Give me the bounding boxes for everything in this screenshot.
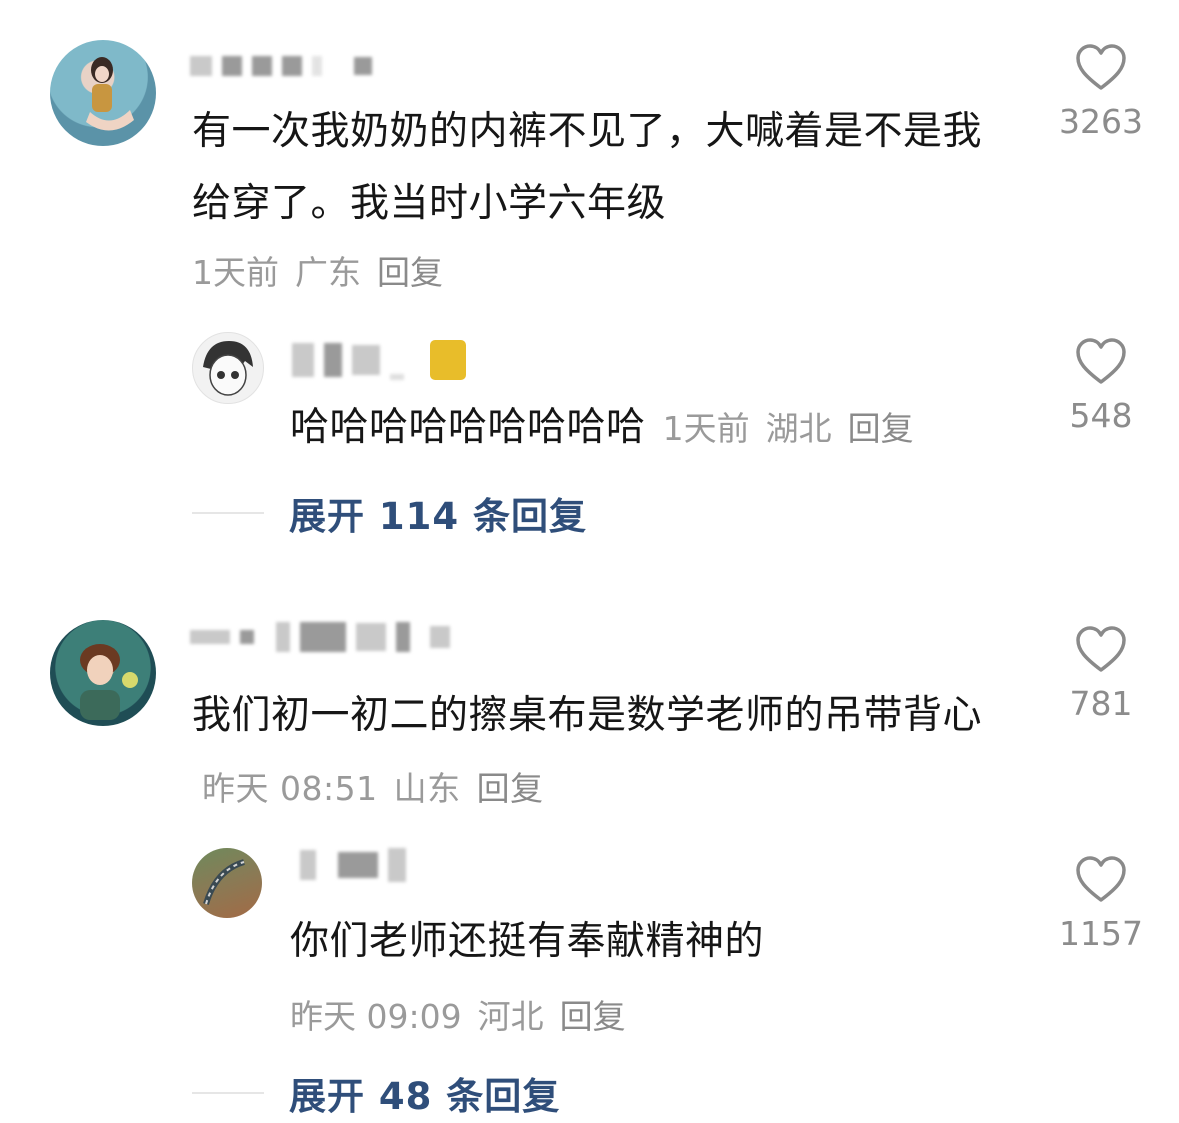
reply-meta: 昨天 09:09 河北 回复 bbox=[290, 990, 642, 1038]
like-control[interactable]: 1157 bbox=[1041, 856, 1161, 953]
reply-location: 湖北 bbox=[765, 409, 832, 448]
comment-text-body: 我们初一初二的擦桌布是数学老师的吊带背心 bbox=[192, 693, 983, 738]
comment-location: 山东 bbox=[393, 769, 461, 808]
comment-text: 我们初一初二的擦桌布是数学老师的吊带背心 昨天 08:51 山东 回复 bbox=[192, 680, 1032, 825]
fan-badge-icon bbox=[430, 340, 466, 380]
like-count: 1157 bbox=[1059, 914, 1143, 953]
reply-username-blurred[interactable] bbox=[292, 340, 466, 380]
reply-line: 哈哈哈哈哈哈哈哈哈 1天前 湖北 回复 bbox=[290, 392, 930, 464]
reply-button[interactable]: 回复 bbox=[560, 997, 626, 1036]
expand-replies-button[interactable]: 展开 114 条回复 bbox=[192, 486, 587, 540]
expand-replies-button[interactable]: 展开 48 条回复 bbox=[192, 1066, 560, 1120]
divider-line bbox=[192, 1092, 264, 1094]
reply-button[interactable]: 回复 bbox=[377, 253, 443, 292]
reply-username-blurred[interactable] bbox=[300, 848, 406, 882]
heart-icon[interactable] bbox=[1075, 856, 1127, 904]
reply-avatar[interactable] bbox=[192, 332, 264, 404]
expand-replies-label[interactable]: 展开 48 条回复 bbox=[289, 1066, 560, 1120]
expand-replies-label[interactable]: 展开 114 条回复 bbox=[289, 486, 587, 540]
heart-icon[interactable] bbox=[1075, 44, 1127, 92]
comment-time: 昨天 08:51 bbox=[202, 769, 378, 808]
reply-time: 1天前 bbox=[662, 409, 750, 448]
avatar-figure bbox=[203, 341, 253, 396]
username-blurred[interactable] bbox=[190, 56, 372, 76]
reply-time: 昨天 09:09 bbox=[290, 997, 462, 1036]
reply-button[interactable]: 回复 bbox=[477, 769, 544, 808]
like-control[interactable]: 781 bbox=[1041, 626, 1161, 723]
like-count: 548 bbox=[1069, 396, 1133, 435]
comment-location: 广东 bbox=[295, 253, 361, 292]
heart-icon[interactable] bbox=[1075, 626, 1127, 674]
comment-meta: 1天前 广东 回复 bbox=[192, 246, 459, 294]
avatar-figure bbox=[80, 644, 138, 720]
like-control[interactable]: 548 bbox=[1041, 338, 1161, 435]
divider-line bbox=[192, 512, 264, 514]
reply-location: 河北 bbox=[477, 997, 544, 1036]
comment-time: 1天前 bbox=[192, 253, 279, 292]
reply-avatar[interactable] bbox=[192, 848, 262, 918]
avatar-figure bbox=[203, 859, 245, 905]
reply-button[interactable]: 回复 bbox=[848, 409, 914, 448]
user-avatar[interactable] bbox=[50, 40, 156, 146]
like-control[interactable]: 3263 bbox=[1041, 44, 1161, 141]
heart-icon[interactable] bbox=[1075, 338, 1127, 386]
like-count: 3263 bbox=[1059, 102, 1143, 141]
reply-text: 哈哈哈哈哈哈哈哈哈 bbox=[290, 405, 646, 450]
like-count: 781 bbox=[1069, 684, 1133, 723]
user-avatar[interactable] bbox=[50, 620, 156, 726]
comment-text: 有一次我奶奶的内裤不见了，大喊着是不是我给穿了。我当时小学六年级 bbox=[192, 109, 983, 226]
avatar-figure bbox=[86, 57, 134, 131]
username-blurred[interactable] bbox=[190, 622, 450, 652]
reply-text: 你们老师还挺有奉献精神的 bbox=[290, 919, 765, 964]
